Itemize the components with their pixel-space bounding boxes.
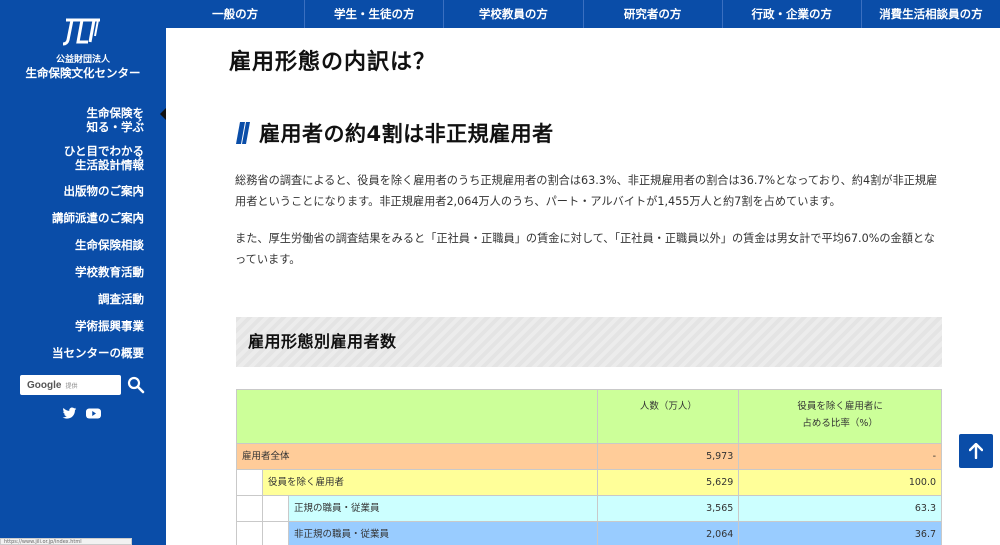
sidebar-item-label: ひと目でわかる 生活設計情報 bbox=[63, 144, 144, 172]
search-provider-label: 提供 bbox=[65, 382, 78, 390]
sidebar-item-learn[interactable]: 生命保険を 知る・学ぶ › bbox=[0, 101, 166, 139]
table-header-ratio-text: 役員を除く雇用者に 占める比率（%） bbox=[797, 401, 883, 429]
table-cell-label-text: 正規の職員・従業員 bbox=[294, 503, 380, 514]
top-nav: 一般の方 学生・生徒の方 学校教員の方 研究者の方 行政・企業の方 消費生活相談… bbox=[166, 0, 1000, 28]
table-row: 役員を除く雇用者 5,629 100.0 bbox=[236, 470, 943, 496]
twitter-icon[interactable] bbox=[62, 407, 77, 420]
sidebar-item-label: 学術振興事業 bbox=[75, 318, 144, 333]
chevron-right-icon: › bbox=[137, 210, 142, 224]
table-heading: 雇用形態別雇用者数 bbox=[236, 317, 942, 367]
table-indent bbox=[237, 522, 263, 545]
topnav-item-researchers[interactable]: 研究者の方 bbox=[582, 0, 722, 28]
heading-slash-icon bbox=[236, 122, 250, 144]
sidebar-item-school-education[interactable]: 学校教育活動 › bbox=[0, 258, 166, 285]
topnav-item-government[interactable]: 行政・企業の方 bbox=[721, 0, 861, 28]
social-links bbox=[62, 407, 101, 420]
sidebar-nav: 生命保険を 知る・学ぶ › ひと目でわかる 生活設計情報 › 出版物のご案内 › 講師… bbox=[0, 101, 166, 366]
topnav-item-consumer-advisors[interactable]: 消費生活相談員の方 bbox=[860, 0, 1000, 28]
topnav-item-general[interactable]: 一般の方 bbox=[166, 0, 304, 28]
table-cell-ratio: 63.3 bbox=[739, 496, 943, 521]
table-cell-count: 3,565 bbox=[598, 496, 740, 521]
sidebar-item-label: 学校教育活動 bbox=[75, 264, 144, 279]
table-header-blank bbox=[237, 390, 599, 443]
org-type: 公益財団法人 bbox=[55, 55, 110, 65]
sidebar-item-lecturer[interactable]: 講師派遣のご案内 › bbox=[0, 204, 166, 231]
sidebar-item-publications[interactable]: 出版物のご案内 › bbox=[0, 177, 166, 204]
table-row: 雇用者全体 5,973 - bbox=[236, 444, 942, 470]
chevron-right-icon: › bbox=[137, 113, 142, 126]
table-header-ratio: 役員を除く雇用者に 占める比率（%） bbox=[739, 390, 942, 443]
youtube-icon[interactable] bbox=[86, 407, 101, 420]
table-cell-label-text: 役員を除く雇用者 bbox=[268, 477, 345, 488]
sidebar-item-label: 生命保険を 知る・学ぶ bbox=[86, 106, 145, 134]
sidebar-item-consultation[interactable]: 生命保険相談 › bbox=[0, 231, 166, 258]
table-header-count: 人数（万人） bbox=[598, 390, 740, 443]
sidebar-item-life-planning[interactable]: ひと目でわかる 生活設計情報 › bbox=[0, 139, 166, 177]
table-indent bbox=[237, 496, 263, 521]
table-cell-label-text: 非正規の職員・従業員 bbox=[294, 529, 390, 540]
sidebar-item-about[interactable]: 当センターの概要 › bbox=[0, 339, 166, 366]
paragraph-wage-ratio: また、厚生労働省の調査結果をみると「正社員・正職員」の賃金に対して、「正社員・正… bbox=[235, 232, 935, 266]
site-logo[interactable]: 公益財団法人 生命保険文化センター bbox=[0, 14, 166, 81]
table-header-row: 人数（万人） 役員を除く雇用者に 占める比率（%） bbox=[236, 389, 942, 444]
sidebar-item-research[interactable]: 調査活動 › bbox=[0, 285, 166, 312]
main-content: 雇用形態の内訳は？ 雇用者の約4割は非正規雇用者 総務省の調査によると、役員を除… bbox=[166, 28, 1000, 545]
search-icon[interactable] bbox=[127, 376, 145, 394]
table-indent bbox=[237, 470, 263, 495]
table-indent bbox=[263, 496, 289, 521]
table-cell-count: 5,629 bbox=[598, 470, 740, 495]
employment-table: 人数（万人） 役員を除く雇用者に 占める比率（%） 雇用者全体 5,973 - … bbox=[236, 389, 943, 545]
section-heading-text: 雇用者の約4割は非正規雇用者 bbox=[259, 122, 554, 146]
chevron-right-icon: › bbox=[137, 264, 142, 278]
sidebar-item-academic[interactable]: 学術振興事業 › bbox=[0, 312, 166, 339]
topnav-item-teachers[interactable]: 学校教員の方 bbox=[443, 0, 582, 28]
table-cell-count: 5,973 bbox=[598, 444, 740, 469]
table-row: 非正規の職員・従業員 2,064 36.7 bbox=[236, 522, 943, 545]
chevron-right-icon: › bbox=[137, 237, 142, 251]
section-heading: 雇用者の約4割は非正規雇用者 bbox=[236, 118, 554, 148]
search-placeholder: Google bbox=[27, 379, 62, 391]
topnav-item-students[interactable]: 学生・生徒の方 bbox=[304, 0, 443, 28]
back-to-top-button[interactable] bbox=[959, 434, 993, 468]
table-cell-ratio: 100.0 bbox=[739, 470, 943, 495]
table-cell-ratio: - bbox=[739, 444, 942, 469]
logo-icon bbox=[62, 18, 100, 46]
sidebar-item-label: 当センターの概要 bbox=[52, 345, 144, 360]
search-input[interactable]: Google 提供 bbox=[20, 375, 121, 395]
table-cell-ratio: 36.7 bbox=[739, 522, 943, 545]
table-row: 正規の職員・従業員 3,565 63.3 bbox=[236, 496, 943, 522]
chevron-right-icon: › bbox=[137, 183, 142, 197]
table-cell-label: 正規の職員・従業員 bbox=[237, 496, 599, 521]
paragraph-employment-ratio: 総務省の調査によると、役員を除く雇用者のうち正規雇用者の割合は63.3%、非正規… bbox=[235, 174, 938, 208]
sidebar-item-label: 生命保険相談 bbox=[75, 237, 144, 252]
sidebar-item-label: 講師派遣のご案内 bbox=[52, 210, 144, 225]
browser-status-url: https://www.jili.or.jp/index.html bbox=[0, 538, 132, 545]
table-cell-count: 2,064 bbox=[598, 522, 740, 545]
chevron-right-icon: › bbox=[137, 345, 142, 359]
org-name: 生命保険文化センター bbox=[25, 66, 141, 80]
chevron-right-icon: › bbox=[137, 151, 142, 164]
sidebar-item-label: 出版物のご案内 bbox=[63, 183, 145, 198]
chevron-right-icon: › bbox=[137, 318, 142, 332]
chevron-right-icon: › bbox=[137, 291, 142, 305]
table-cell-label: 非正規の職員・従業員 bbox=[237, 522, 599, 545]
sidebar: 公益財団法人 生命保険文化センター 生命保険を 知る・学ぶ › ひと目でわかる 生… bbox=[0, 0, 166, 545]
page-title: 雇用形態の内訳は？ bbox=[229, 50, 437, 75]
table-cell-label: 役員を除く雇用者 bbox=[237, 470, 599, 495]
table-cell-label: 雇用者全体 bbox=[237, 444, 599, 469]
table-indent bbox=[263, 522, 289, 545]
arrow-up-icon bbox=[969, 443, 983, 459]
